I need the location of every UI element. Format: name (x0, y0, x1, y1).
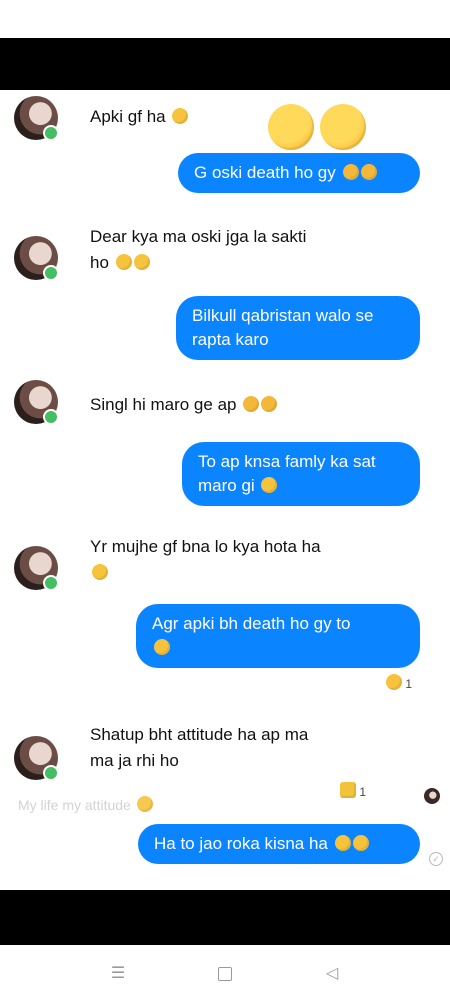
message-text-line: Bilkull qabristan walo se (192, 306, 374, 325)
reaction-count: 1 (359, 785, 367, 799)
outgoing-message[interactable]: To ap knsa famly ka sat maro gi (182, 442, 420, 506)
message-text-line: ma ja rhi ho (90, 751, 179, 770)
smirk-emoji-icon (268, 104, 314, 150)
smirk-emoji-icon (352, 835, 369, 851)
message-text: Yr mujhe gf bna lo kya hota ha (90, 537, 321, 556)
online-dot (43, 265, 59, 281)
incoming-message[interactable]: Dear kya ma oski jga la sakti ho (90, 224, 306, 276)
outgoing-message[interactable]: G oski death ho gy (178, 153, 420, 193)
sad-emoji-icon (115, 254, 132, 270)
contact-avatar[interactable] (14, 380, 59, 425)
surprised-emoji-icon (386, 674, 402, 690)
reaction-count: 1 (405, 677, 413, 691)
top-black-band (0, 38, 450, 90)
message-text: Apki gf ha (90, 107, 166, 126)
big-emoji-pair (266, 104, 367, 153)
message-text-line: maro gi (198, 476, 255, 495)
online-dot (43, 575, 59, 591)
outgoing-message[interactable]: Ha to jao roka kisna ha (138, 824, 420, 864)
message-text: Singl hi maro ge ap (90, 395, 237, 414)
smirk-emoji-icon (320, 104, 367, 150)
reaction-badge[interactable]: 1 (384, 674, 412, 691)
sad-emoji-icon (261, 396, 278, 412)
message-text: G oski death ho gy (194, 163, 336, 182)
incoming-message[interactable]: Yr mujhe gf bna lo kya hota ha (90, 534, 321, 586)
message-text-line: Shatup bht attitude ha ap ma (90, 725, 309, 744)
incoming-message[interactable]: Shatup bht attitude ha ap ma ma ja rhi h… (90, 722, 308, 774)
faint-caption: My life my attitude (18, 796, 153, 813)
incoming-message[interactable]: Singl hi maro ge ap (90, 392, 278, 418)
incoming-message[interactable]: Apki gf ha (90, 104, 189, 130)
message-text-line: To ap knsa famly ka sat (198, 452, 376, 471)
smirk-emoji-icon (136, 796, 153, 812)
rolling-eyes-emoji-icon (261, 477, 278, 493)
message-text-line: Dear kya ma oski jga la sakti (90, 227, 307, 246)
message-text-line: ho (90, 253, 109, 272)
chat-thread[interactable]: Apki gf ha G oski death ho gy Dear kya m… (0, 90, 450, 890)
online-dot (43, 125, 59, 141)
thinking-emoji-icon (133, 254, 150, 270)
seen-check-icon: ✓ (429, 852, 443, 866)
thinking-emoji-icon (172, 108, 189, 124)
back-icon[interactable]: ◁ (320, 963, 344, 985)
online-dot (43, 409, 59, 425)
smirk-emoji-icon (334, 835, 351, 851)
contact-avatar[interactable] (14, 96, 59, 141)
faint-caption-text: My life my attitude (18, 797, 131, 813)
status-bar-area (0, 0, 450, 38)
message-text-line: rapta karo (192, 330, 269, 349)
sad-emoji-icon (342, 164, 359, 180)
heart-eyes-emoji-icon (92, 564, 108, 580)
contact-avatar[interactable] (14, 736, 59, 781)
read-receipt-avatar (424, 788, 440, 804)
thinking-emoji-icon (154, 639, 170, 655)
sad-emoji-icon (360, 164, 377, 180)
menu-icon[interactable]: ☰ (106, 963, 130, 985)
contact-avatar[interactable] (14, 546, 59, 591)
outgoing-message[interactable]: Bilkull qabristan walo se rapta karo (176, 296, 420, 360)
sad-emoji-icon (243, 396, 260, 412)
online-dot (43, 765, 59, 781)
system-nav-bar: ☰ ◁ (0, 945, 450, 1001)
bottom-black-band (0, 890, 450, 945)
message-text: Ha to jao roka kisna ha (154, 834, 328, 853)
message-text: Agr apki bh death ho gy to (152, 614, 351, 633)
contact-avatar[interactable] (14, 236, 59, 281)
thumbs-down-icon (340, 782, 356, 798)
reaction-badge[interactable]: 1 (338, 782, 366, 799)
outgoing-message[interactable]: Agr apki bh death ho gy to (136, 604, 420, 668)
home-icon[interactable] (213, 963, 237, 985)
